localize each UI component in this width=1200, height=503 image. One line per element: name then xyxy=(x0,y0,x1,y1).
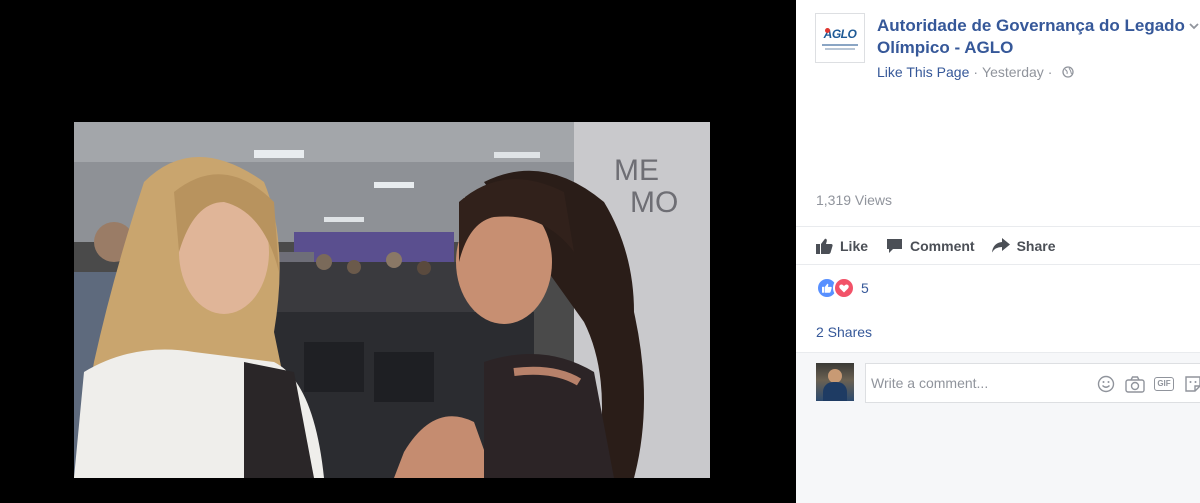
video-frame[interactable]: ME MO xyxy=(74,122,710,478)
post-timestamp[interactable]: Yesterday xyxy=(982,64,1044,80)
comment-tools: GIF xyxy=(1096,374,1200,394)
comment-section: GIF xyxy=(796,352,1200,503)
emoji-icon[interactable] xyxy=(1096,374,1116,394)
share-button-label: Share xyxy=(1016,237,1056,254)
svg-text:MO: MO xyxy=(630,186,678,219)
like-button[interactable]: Like xyxy=(816,238,868,254)
meta-separator: · xyxy=(1047,64,1053,80)
comment-button[interactable]: Comment xyxy=(886,238,975,254)
logo-rule xyxy=(822,43,858,46)
comment-input[interactable] xyxy=(871,375,1091,391)
thumbs-up-icon xyxy=(816,238,833,254)
avatar-body xyxy=(823,382,847,401)
meta-separator: · xyxy=(973,64,979,80)
camera-icon[interactable] xyxy=(1125,374,1145,394)
action-bar: Like Comment Share xyxy=(796,226,1200,265)
svg-text:ME: ME xyxy=(614,154,659,187)
like-page-link[interactable]: Like This Page xyxy=(877,64,969,80)
gif-icon[interactable]: GIF xyxy=(1154,374,1174,394)
page-avatar[interactable]: AGLO xyxy=(815,13,865,63)
chevron-down-icon[interactable] xyxy=(1188,20,1200,32)
reaction-count: 5 xyxy=(861,280,869,296)
view-count: 1,319 Views xyxy=(816,192,893,208)
logo-rule xyxy=(825,47,855,50)
like-button-label: Like xyxy=(840,237,869,254)
sticker-icon[interactable] xyxy=(1183,374,1200,394)
comment-box[interactable]: GIF xyxy=(865,363,1200,403)
avatar[interactable] xyxy=(816,363,854,401)
logo-spark-icon xyxy=(825,28,830,33)
share-button[interactable]: Share xyxy=(991,237,1056,254)
video-still: ME MO xyxy=(74,122,710,478)
post-sidebar: AGLO Autoridade de Governança do Legado … xyxy=(796,0,1200,503)
page-name-link[interactable]: Autoridade de Governança do Legado Olímp… xyxy=(877,15,1197,59)
globe-icon xyxy=(1062,66,1075,78)
share-arrow-icon xyxy=(991,238,1010,253)
post-meta: Like This Page · Yesterday · xyxy=(877,64,1075,80)
shares-link[interactable]: 2 Shares xyxy=(816,324,872,340)
video-player[interactable]: ME MO xyxy=(0,0,796,503)
reactions-summary[interactable]: 5 xyxy=(816,277,869,299)
avatar-head xyxy=(828,369,842,383)
comment-button-label: Comment xyxy=(910,237,975,254)
speech-bubble-icon xyxy=(887,238,903,253)
love-reaction-icon xyxy=(833,277,855,299)
